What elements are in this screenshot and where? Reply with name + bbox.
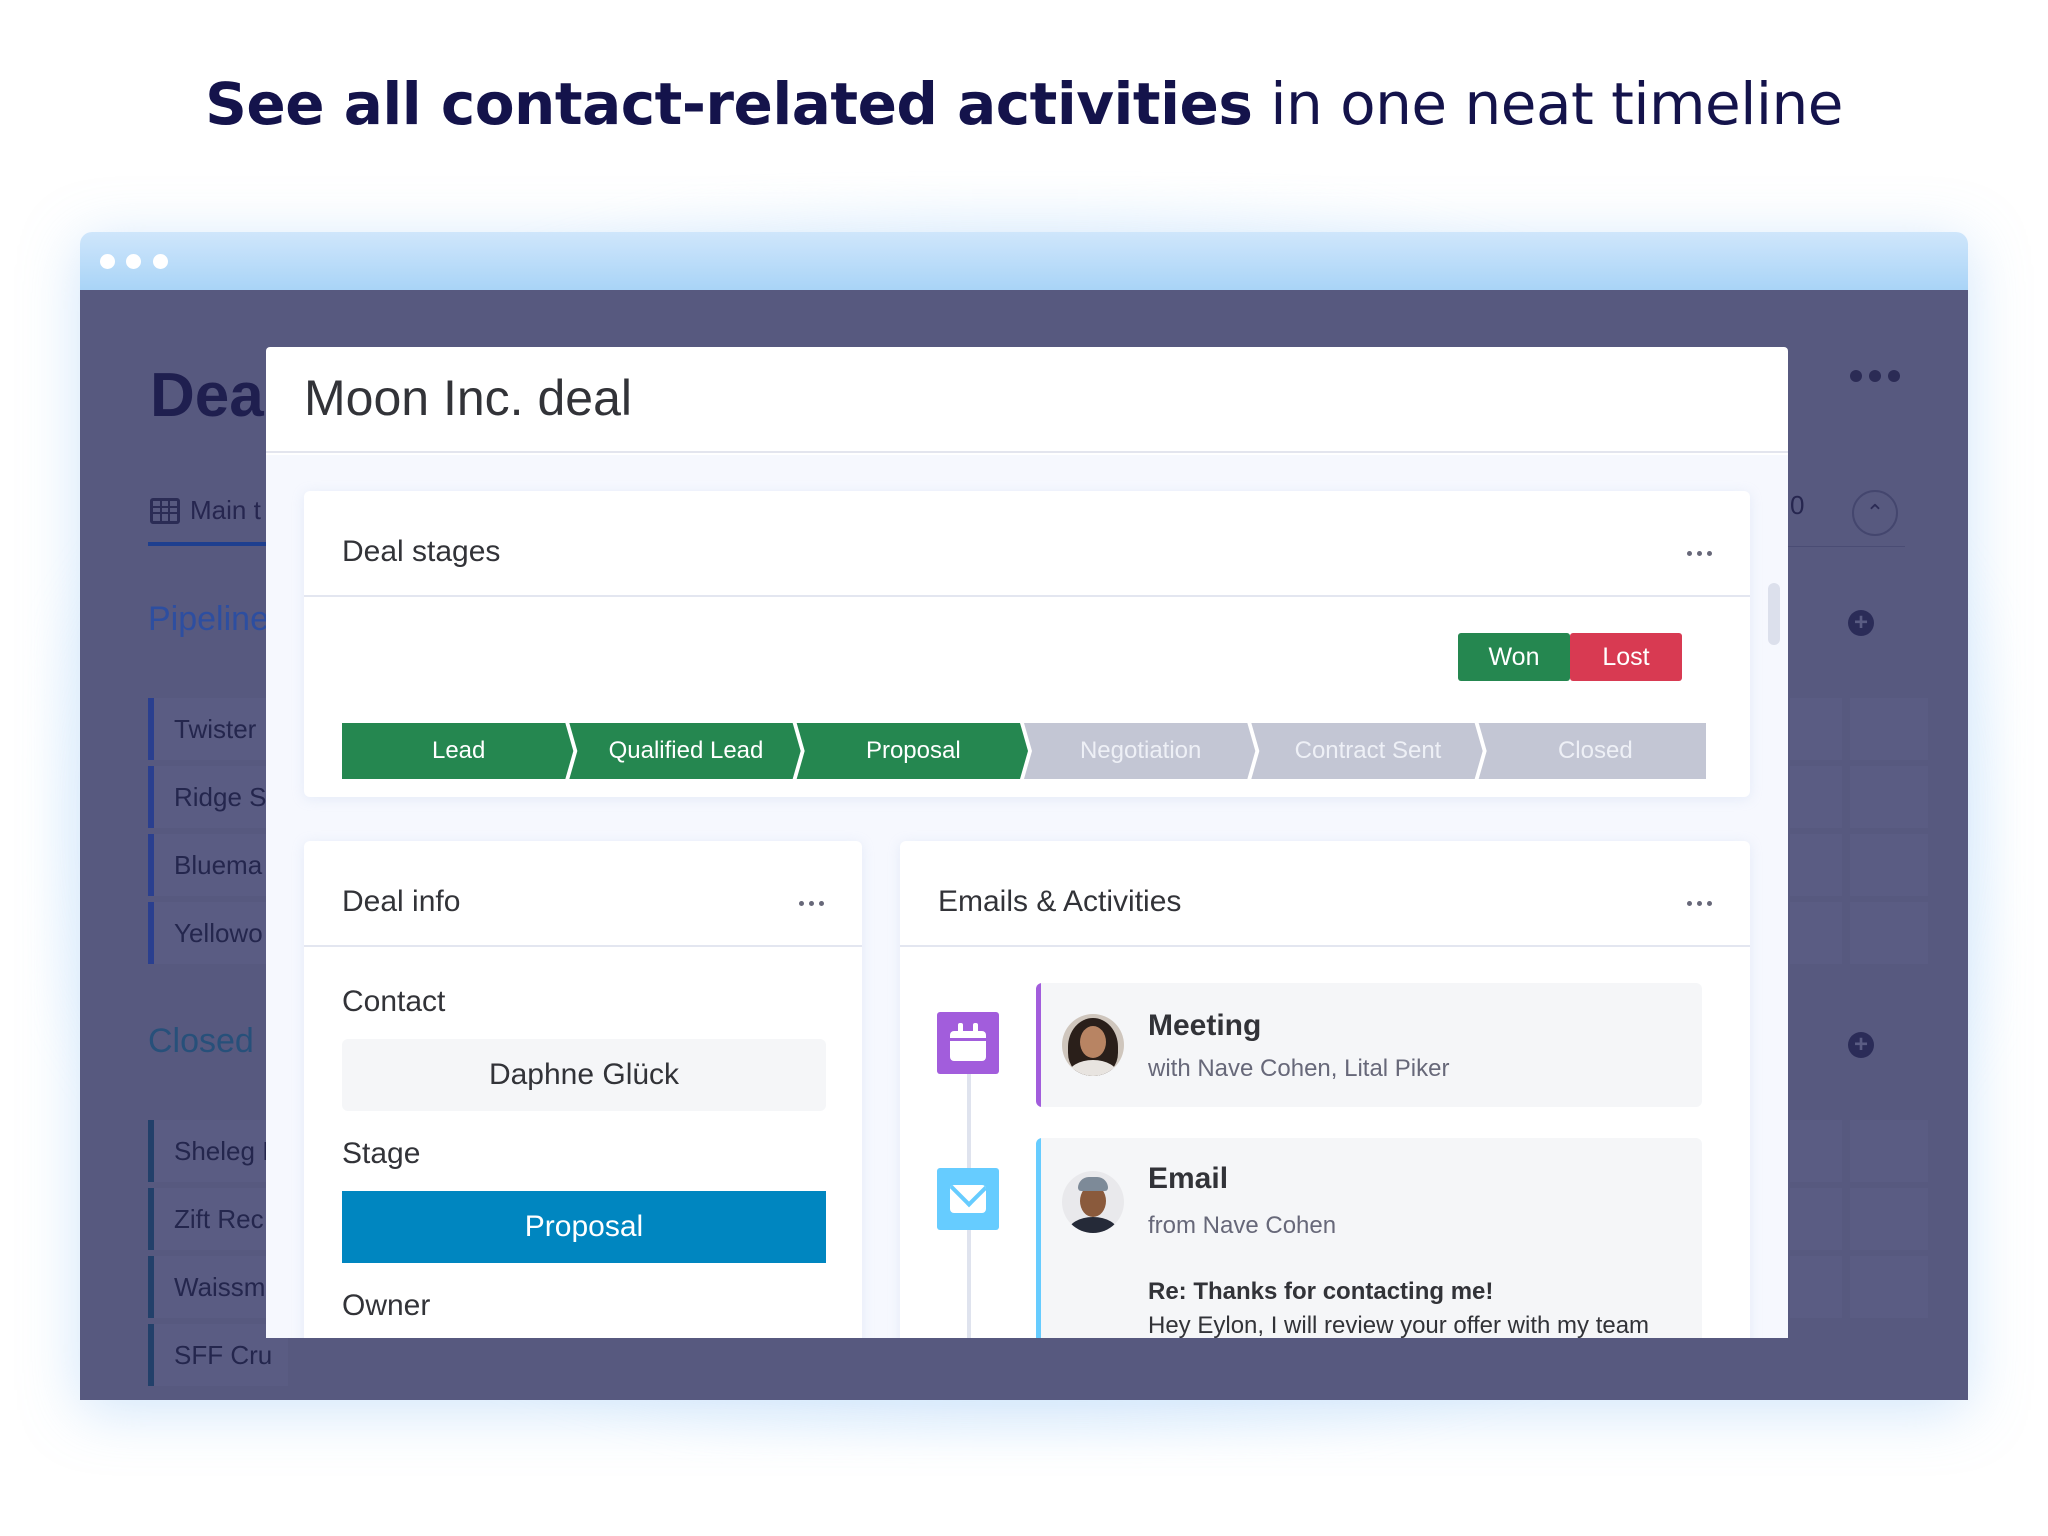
modal-title[interactable]: Moon Inc. deal xyxy=(304,369,632,427)
stage-label: Stage xyxy=(342,1137,421,1170)
table-grid-icon xyxy=(150,497,180,524)
board-cell xyxy=(1850,1120,1928,1182)
board-cell xyxy=(1790,834,1842,896)
activities-header: Emails & Activities xyxy=(900,841,1750,947)
board-more-menu-icon[interactable] xyxy=(1850,370,1900,382)
activity-item-email[interactable]: Email from Nave Cohen Re: Thanks for con… xyxy=(1036,1138,1702,1338)
tab-main-table[interactable]: Main t xyxy=(150,495,261,526)
board-cell xyxy=(1790,766,1842,828)
group-title-pipeline[interactable]: Pipeline xyxy=(148,600,269,639)
stage-label-negotiation[interactable]: Negotiation xyxy=(1030,723,1251,779)
activity-subtitle: with Nave Cohen, Lital Piker xyxy=(1148,1055,1450,1082)
page-headline: See all contact-related activities in on… xyxy=(0,70,2048,138)
board-cell xyxy=(1850,902,1928,964)
avatar xyxy=(1062,1014,1124,1076)
collapse-chevron-up-icon[interactable]: ⌃ xyxy=(1852,490,1898,536)
contact-field[interactable]: Daphne Glück xyxy=(342,1039,826,1111)
board-count: 0 xyxy=(1790,490,1805,520)
board-cell xyxy=(1850,1188,1928,1250)
headline-bold: See all contact-related activities xyxy=(205,70,1253,138)
board-cell xyxy=(1790,1188,1842,1250)
window-dot-icon xyxy=(153,254,168,269)
stage-label-proposal[interactable]: Proposal xyxy=(803,723,1024,779)
emails-activities-card: Emails & Activities Meeting with Nave Co… xyxy=(900,841,1750,1338)
activity-title: Email xyxy=(1148,1162,1229,1195)
owner-label: Owner xyxy=(342,1289,431,1322)
calendar-icon xyxy=(937,1012,999,1074)
stage-status-field[interactable]: Proposal xyxy=(342,1191,826,1263)
activity-subtitle: from Nave Cohen xyxy=(1148,1212,1337,1239)
activity-item-meeting[interactable]: Meeting with Nave Cohen, Lital Piker xyxy=(1036,983,1702,1107)
email-preview: Hey Eylon, I will review your offer with… xyxy=(1148,1312,1650,1338)
activities-title: Emails & Activities xyxy=(938,885,1182,918)
more-options-icon[interactable] xyxy=(1687,551,1712,556)
window-dot-icon xyxy=(126,254,141,269)
board-cell xyxy=(1850,698,1928,760)
won-button[interactable]: Won xyxy=(1458,633,1570,681)
email-subject: Re: Thanks for contacting me! xyxy=(1148,1278,1494,1305)
deal-info-header: Deal info xyxy=(304,841,862,947)
group-title-closed[interactable]: Closed xyxy=(148,1022,254,1061)
tab-main-table-label: Main t xyxy=(190,495,261,525)
deal-info-title: Deal info xyxy=(342,885,461,918)
avatar xyxy=(1062,1171,1124,1233)
contact-label: Contact xyxy=(342,985,446,1018)
deal-info-card: Deal info Contact Daphne Glück Stage Pro… xyxy=(304,841,862,1338)
deal-stages-card: Deal stages Won Lost Lead Qualified Lead P… xyxy=(304,491,1750,797)
board-cell xyxy=(1790,1256,1842,1318)
board-cell xyxy=(1850,1256,1928,1318)
stage-label-closed[interactable]: Closed xyxy=(1485,723,1706,779)
stage-label-lead[interactable]: Lead xyxy=(348,723,569,779)
header-divider xyxy=(1780,546,1905,547)
board-cell xyxy=(1850,766,1928,828)
board-cell xyxy=(1790,698,1842,760)
modal-scrollbar[interactable] xyxy=(1768,583,1780,645)
mail-icon xyxy=(937,1168,999,1230)
activity-title: Meeting xyxy=(1148,1009,1262,1042)
window-titlebar xyxy=(80,232,1968,290)
deal-modal: Moon Inc. deal Deal stages Won Lost Lead… xyxy=(266,347,1788,1338)
more-options-icon[interactable] xyxy=(1687,901,1712,906)
board-cell xyxy=(1850,834,1928,896)
stage-label-contract-sent[interactable]: Contract Sent xyxy=(1257,723,1478,779)
board-cell xyxy=(1790,902,1842,964)
active-tab-indicator xyxy=(148,542,278,546)
stage-label-qualified-lead[interactable]: Qualified Lead xyxy=(575,723,796,779)
deal-stages-header: Deal stages xyxy=(304,491,1750,597)
lost-button[interactable]: Lost xyxy=(1570,633,1682,681)
stage-progress-bar: Lead Qualified Lead Proposal Negotiation Con… xyxy=(342,723,1706,779)
modal-header: Moon Inc. deal xyxy=(266,347,1788,453)
more-options-icon[interactable] xyxy=(799,901,824,906)
add-column-plus-icon[interactable]: + xyxy=(1848,610,1874,636)
board-cell xyxy=(1790,1120,1842,1182)
headline-light: in one neat timeline xyxy=(1270,70,1843,138)
window-dot-icon xyxy=(100,254,115,269)
add-column-plus-icon[interactable]: + xyxy=(1848,1032,1874,1058)
board-title: Deal xyxy=(150,361,281,430)
deal-stages-title: Deal stages xyxy=(342,535,501,568)
